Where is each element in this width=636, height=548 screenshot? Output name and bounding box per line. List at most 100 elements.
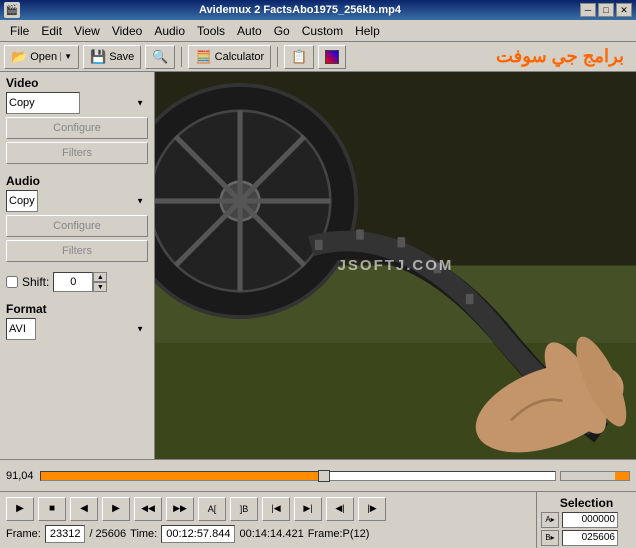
- timeline-thumb[interactable]: [318, 470, 330, 482]
- window-controls: ─ □ ✕: [580, 3, 632, 17]
- timeline-right-track[interactable]: [560, 471, 630, 481]
- video-frame: JSOFTJ.COM: [155, 72, 636, 459]
- time-value: 00:12:57.844: [161, 525, 235, 543]
- shift-spinners: ▲ ▼: [93, 272, 107, 292]
- timeline-track[interactable]: [40, 471, 556, 481]
- rewind-btn[interactable]: ◀◀: [134, 497, 162, 521]
- timeline-area: 91,04: [0, 459, 636, 491]
- format-wrapper: AVI MP4 MKV: [6, 318, 148, 340]
- selection-b-btn[interactable]: B▸: [541, 530, 559, 546]
- frame-info: Frame:P(12): [308, 528, 370, 540]
- main-layout: Video Copy Mpeg4 AVC MPEG-4 ASP Configur…: [0, 72, 636, 459]
- end-time: 00:14:14.421: [239, 528, 303, 540]
- shift-up-btn[interactable]: ▲: [93, 272, 107, 282]
- color-icon: [325, 50, 339, 64]
- watermark-text: JSOFTJ.COM: [338, 257, 454, 274]
- menu-bar: File Edit View Video Audio Tools Auto Go…: [0, 20, 636, 42]
- mark-a-btn[interactable]: A[: [198, 497, 226, 521]
- format-section: Format AVI MP4 MKV: [6, 302, 148, 340]
- set-a-icon: A▸: [545, 515, 554, 524]
- total-frames: / 25606: [89, 528, 126, 540]
- menu-edit[interactable]: Edit: [35, 23, 68, 39]
- selection-a-btn[interactable]: A▸: [541, 512, 559, 528]
- menu-help[interactable]: Help: [349, 23, 386, 39]
- menu-go[interactable]: Go: [268, 23, 296, 39]
- frame-value: 23312: [45, 525, 86, 543]
- timeline-fill: [41, 472, 324, 480]
- save-button[interactable]: 💾 Save: [83, 45, 141, 69]
- audio-codec-wrapper: Copy MP3 AAC: [6, 190, 148, 212]
- menu-tools[interactable]: Tools: [191, 23, 231, 39]
- folder-icon: 📂: [11, 49, 27, 65]
- audio-label: Audio: [6, 174, 148, 188]
- menu-video[interactable]: Video: [106, 23, 148, 39]
- shift-input[interactable]: [53, 272, 93, 292]
- open-dropdown-arrow[interactable]: ▼: [60, 52, 72, 61]
- video-section: Video Copy Mpeg4 AVC MPEG-4 ASP Configur…: [6, 76, 148, 164]
- title-bar: 🎬 Avidemux 2 FactsAbo1975_256kb.mp4 ─ □ …: [0, 0, 636, 20]
- selection-a-value: 000000: [562, 512, 618, 528]
- menu-view[interactable]: View: [68, 23, 106, 39]
- video-codec-select[interactable]: Copy Mpeg4 AVC MPEG-4 ASP: [6, 92, 80, 114]
- next-frame-btn[interactable]: ▶: [102, 497, 130, 521]
- menu-custom[interactable]: Custom: [296, 23, 349, 39]
- next-key-btn[interactable]: |▶: [358, 497, 386, 521]
- set-b-icon: B▸: [545, 533, 554, 542]
- menu-auto[interactable]: Auto: [231, 23, 268, 39]
- transport-area: ▶ ■ ◀ ▶ ◀◀ ▶▶ A[ ]B |◀ ▶| ◀| |▶ Frame: 2…: [0, 493, 536, 547]
- selection-a-row: A▸ 000000: [541, 512, 632, 528]
- video-filters-btn[interactable]: Filters: [6, 142, 148, 164]
- time-label: Time:: [130, 528, 157, 540]
- close-btn[interactable]: ✕: [616, 3, 632, 17]
- toolbar: 📂 Open ▼ 💾 Save 🔍 🧮 Calculator 📋 برامج ج…: [0, 42, 636, 72]
- shift-label: Shift:: [22, 275, 49, 289]
- segment-icon: 📋: [291, 49, 307, 65]
- selection-b-row: B▸ 025606: [541, 530, 632, 546]
- maximize-btn[interactable]: □: [598, 3, 614, 17]
- fast-forward-btn[interactable]: ▶▶: [166, 497, 194, 521]
- open-button[interactable]: 📂 Open ▼: [4, 45, 79, 69]
- selection-panel: Selection A▸ 000000 B▸ 025606: [536, 492, 636, 548]
- view-button[interactable]: 🔍: [145, 45, 175, 69]
- audio-section: Audio Copy MP3 AAC Configure Filters: [6, 174, 148, 262]
- menu-file[interactable]: File: [4, 23, 35, 39]
- video-area[interactable]: JSOFTJ.COM: [155, 72, 636, 459]
- audio-filters-btn[interactable]: Filters: [6, 240, 148, 262]
- segment-button[interactable]: 📋: [284, 45, 314, 69]
- stop-btn[interactable]: ■: [38, 497, 66, 521]
- window-title: Avidemux 2 FactsAbo1975_256kb.mp4: [20, 4, 580, 16]
- video-configure-btn[interactable]: Configure: [6, 117, 148, 139]
- view-icon: 🔍: [152, 49, 168, 65]
- format-label: Format: [6, 302, 148, 316]
- audio-configure-btn[interactable]: Configure: [6, 215, 148, 237]
- goto-start-btn[interactable]: |◀: [262, 497, 290, 521]
- frame-label: Frame:: [6, 528, 41, 540]
- selection-b-value: 025606: [562, 530, 618, 546]
- app-icon: 🎬: [4, 2, 20, 18]
- shift-spin: ▲ ▼: [53, 272, 107, 292]
- shift-down-btn[interactable]: ▼: [93, 282, 107, 292]
- controls-bar: ▶ ■ ◀ ▶ ◀◀ ▶▶ A[ ]B |◀ ▶| ◀| |▶ Frame: 2…: [0, 491, 636, 547]
- left-panel: Video Copy Mpeg4 AVC MPEG-4 ASP Configur…: [0, 72, 155, 459]
- prev-frame-btn[interactable]: ◀: [70, 497, 98, 521]
- shift-row: Shift: ▲ ▼: [6, 272, 148, 292]
- color-button[interactable]: [318, 45, 346, 69]
- prev-key-btn[interactable]: ◀|: [326, 497, 354, 521]
- status-bar: Frame: 23312 / 25606 Time: 00:12:57.844 …: [6, 525, 369, 543]
- minimize-btn[interactable]: ─: [580, 3, 596, 17]
- transport-buttons: ▶ ■ ◀ ▶ ◀◀ ▶▶ A[ ]B |◀ ▶| ◀| |▶: [6, 497, 386, 521]
- calculator-button[interactable]: 🧮 Calculator: [188, 45, 271, 69]
- goto-end-btn[interactable]: ▶|: [294, 497, 322, 521]
- audio-codec-select[interactable]: Copy MP3 AAC: [6, 190, 38, 212]
- selection-title: Selection: [541, 496, 632, 510]
- shift-checkbox[interactable]: [6, 276, 18, 288]
- play-btn[interactable]: ▶: [6, 497, 34, 521]
- arabic-watermark: برامج جي سوفت: [496, 46, 624, 66]
- mark-b-btn[interactable]: ]B: [230, 497, 258, 521]
- video-codec-wrapper: Copy Mpeg4 AVC MPEG-4 ASP: [6, 92, 148, 114]
- separator2: [277, 47, 278, 67]
- video-label: Video: [6, 76, 148, 90]
- timeline-position: 91,04: [6, 470, 36, 482]
- format-select[interactable]: AVI MP4 MKV: [6, 318, 36, 340]
- menu-audio[interactable]: Audio: [148, 23, 191, 39]
